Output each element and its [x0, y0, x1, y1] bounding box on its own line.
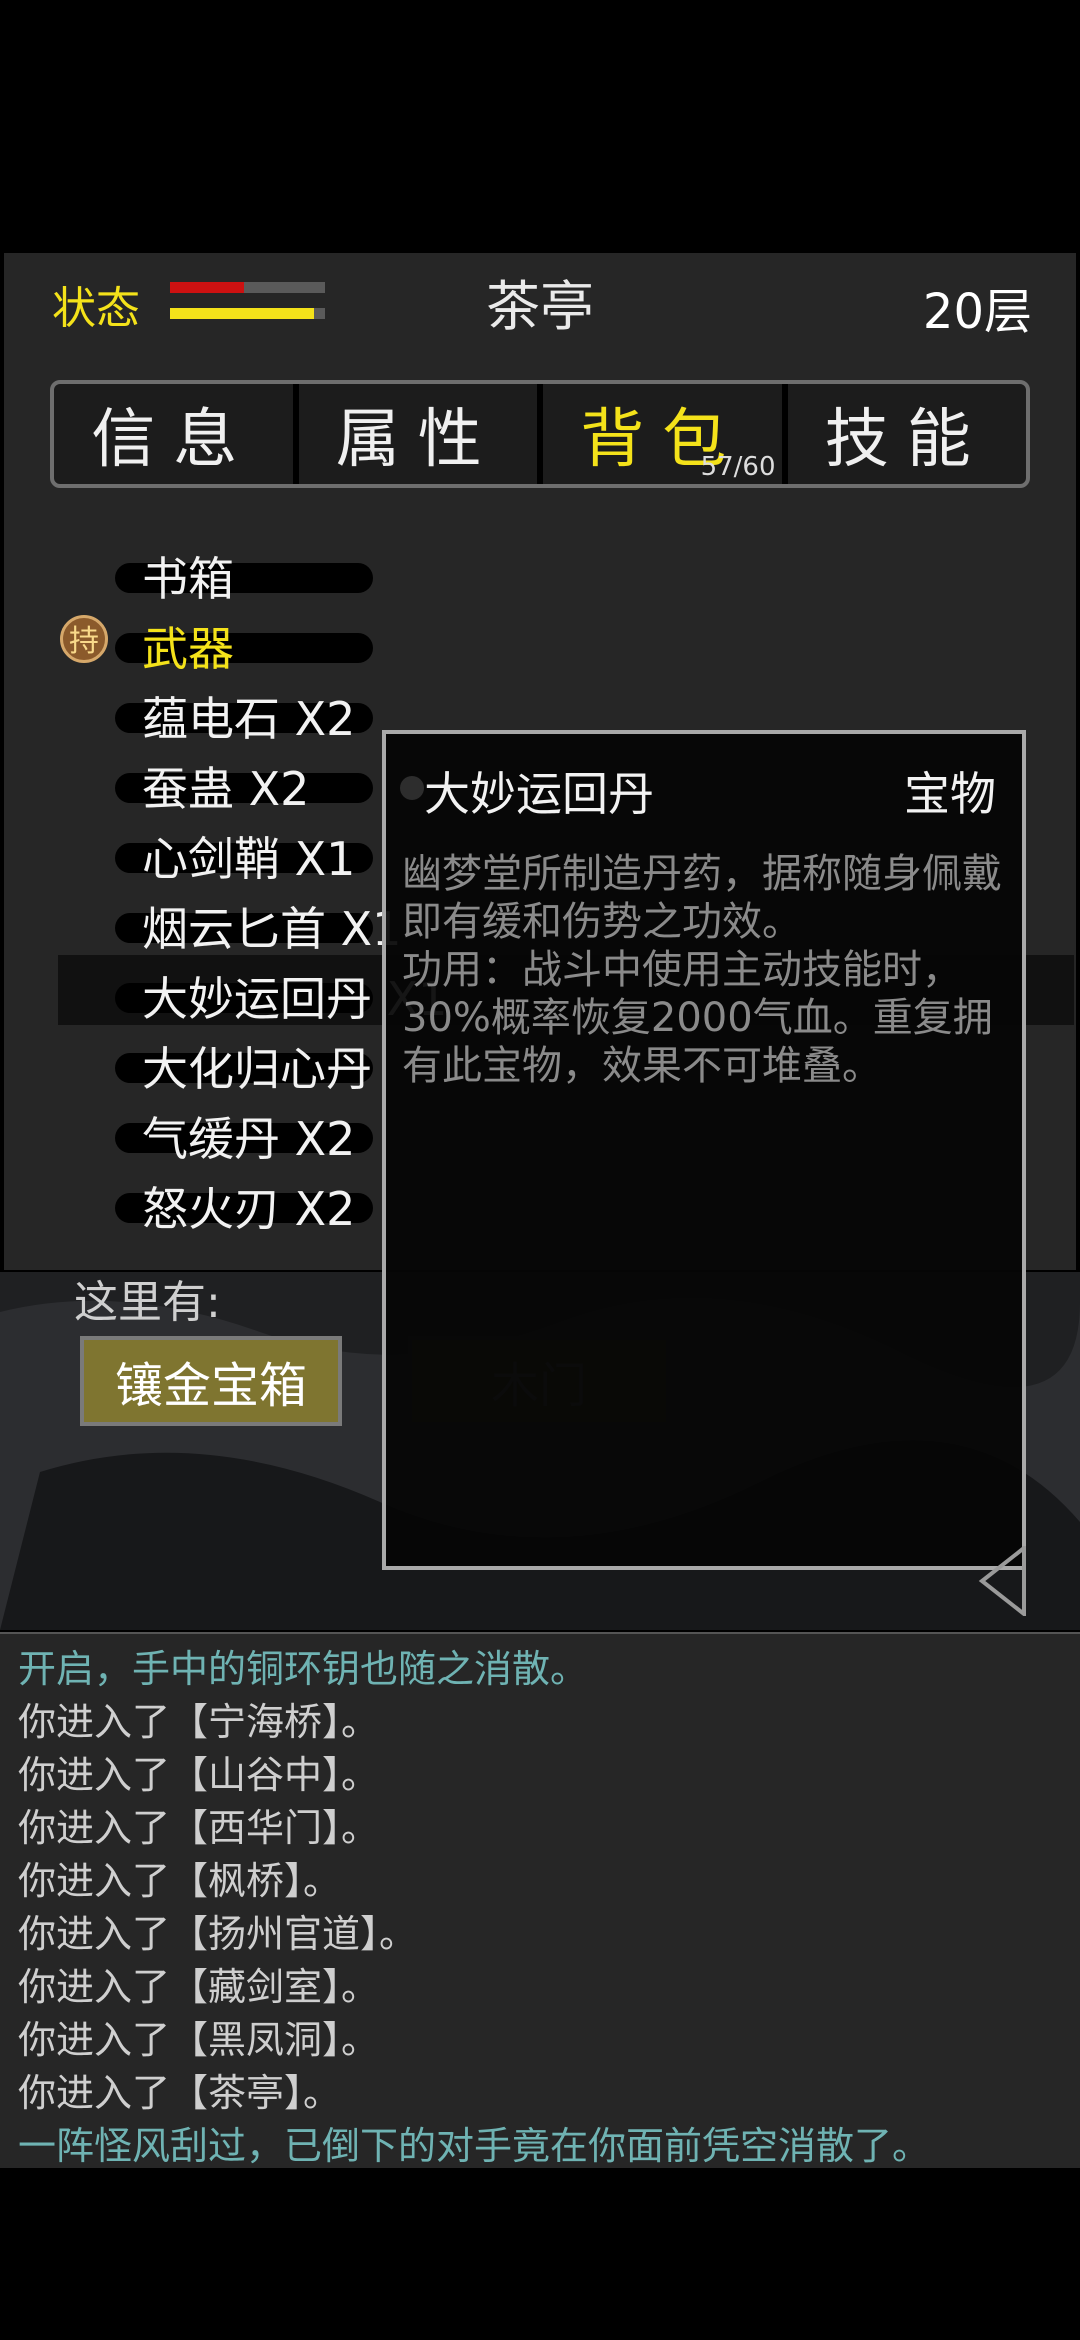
location-title: 茶亭	[486, 275, 594, 338]
item-label: 烟云匕首 X1	[142, 902, 402, 956]
log-line: 你进入了【枫桥】。	[18, 1859, 342, 1903]
bag-item-selected[interactable]: 大妙运回丹 X1	[115, 965, 447, 1026]
item-label: 怒火刃 X2	[142, 1182, 356, 1236]
tab-attributes-label: 属性	[335, 403, 500, 477]
tab-skills[interactable]: 技能	[788, 384, 1027, 484]
bag-item[interactable]: 烟云匕首 X1	[115, 895, 401, 956]
item-label: 蕴电石 X2	[142, 692, 356, 746]
log-line: 你进入了【茶亭】。	[18, 2071, 342, 2115]
floor-indicator: 20层	[922, 284, 1032, 340]
bag-item[interactable]: 怒火刃 X2	[115, 1175, 375, 1236]
tab-info[interactable]: 信息	[54, 384, 299, 484]
log-line: 开启，手中的铜环钥也随之消散。	[18, 1647, 589, 1691]
bag-item[interactable]: 武器	[115, 615, 375, 676]
message-log: 开启，手中的铜环钥也随之消散。 你进入了【宁海桥】。 你进入了【山谷中】。 你进…	[0, 1632, 1080, 2168]
bag-count: 57/60	[700, 452, 776, 482]
log-line: 你进入了【藏剑室】。	[18, 1965, 380, 2009]
tab-bag[interactable]: 背包 57/60	[543, 384, 788, 484]
popup-item-name: 大妙运回丹	[424, 767, 654, 821]
item-label: 书箱	[142, 552, 234, 606]
held-badge-icon: 持	[60, 615, 108, 663]
gilded-chest-button[interactable]: 镶金宝箱	[80, 1336, 342, 1426]
item-label: 蚕蛊 X2	[142, 762, 310, 816]
item-label: 大化归心丹	[142, 1042, 372, 1096]
bag-item[interactable]: 心剑鞘 X1	[115, 825, 375, 886]
log-line: 你进入了【山谷中】。	[18, 1753, 380, 1797]
bag-item[interactable]: 大化归心丹	[115, 1035, 375, 1096]
log-line: 你进入了【扬州官道】。	[18, 1912, 418, 1956]
popup-item-category: 宝物	[904, 767, 996, 821]
tab-info-label: 信息	[91, 403, 256, 477]
chest-label: 镶金宝箱	[114, 1358, 307, 1414]
tab-attributes[interactable]: 属性	[299, 384, 543, 484]
item-label: 武器	[142, 622, 234, 676]
tab-skills-label: 技能	[824, 403, 989, 477]
log-line: 一阵怪风刮过，已倒下的对手竟在你面前凭空消散了。	[18, 2124, 931, 2168]
bag-item[interactable]: 蚕蛊 X2	[115, 755, 375, 816]
bag-item[interactable]: 气缓丹 X2	[115, 1105, 375, 1166]
popup-effect: 功用：战斗中使用主动技能时，30%概率恢复2000气血。重复拥有此宝物，效果不可…	[402, 947, 993, 1089]
item-label: 心剑鞘 X1	[142, 832, 356, 886]
popup-dot-icon	[400, 776, 424, 800]
log-line: 你进入了【宁海桥】。	[18, 1700, 380, 1744]
popup-description: 幽梦堂所制造丹药，据称随身佩戴即有缓和伤势之功效。	[402, 851, 1002, 945]
back-arrow-icon[interactable]	[978, 1546, 1028, 1616]
log-line: 你进入了【黑凤洞】。	[18, 2018, 380, 2062]
item-label: 气缓丹 X2	[142, 1112, 356, 1166]
tab-bar: 信息 属性 背包 57/60 技能	[50, 380, 1030, 488]
scene-label: 这里有:	[74, 1277, 221, 1328]
bag-item[interactable]: 书箱	[115, 545, 375, 606]
bag-item[interactable]: 蕴电石 X2	[115, 685, 375, 746]
log-line: 你进入了【西华门】。	[18, 1806, 380, 1850]
